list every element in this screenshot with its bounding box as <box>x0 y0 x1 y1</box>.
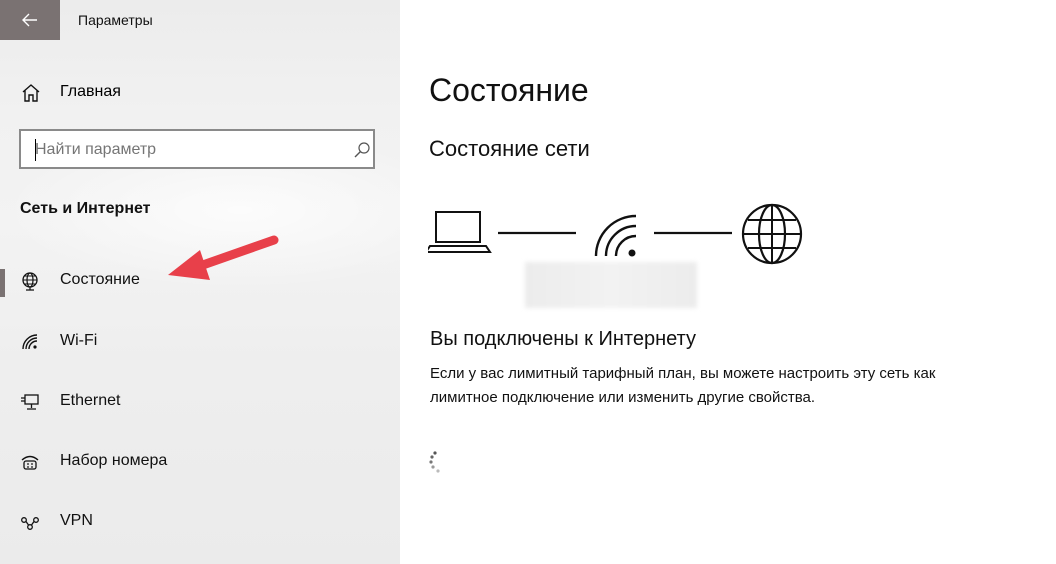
sidebar-item-label: Набор номера <box>60 452 168 469</box>
blurred-network-name <box>525 262 697 308</box>
network-diagram <box>428 203 803 265</box>
sidebar-item-label: VPN <box>60 512 93 529</box>
home-icon <box>22 84 40 102</box>
text-caret <box>35 139 36 161</box>
wifi-signal-icon <box>594 214 637 257</box>
network-status-heading: Состояние сети <box>429 136 590 161</box>
wifi-icon <box>22 334 38 350</box>
search-icon[interactable] <box>353 141 371 159</box>
dialup-icon <box>21 455 39 470</box>
app-title: Параметры <box>78 12 153 28</box>
section-title: Сеть и Интернет <box>20 200 151 217</box>
sidebar-item-label: Ethernet <box>60 392 121 409</box>
ethernet-icon <box>21 394 39 410</box>
sidebar-item-label: Wi-Fi <box>60 332 98 349</box>
connection-status-title: Вы подключены к Интернету <box>430 328 696 350</box>
annotation-arrow <box>168 235 279 280</box>
title-bar: Параметры <box>0 0 400 40</box>
back-arrow-icon <box>22 13 37 27</box>
search-input[interactable] <box>35 139 335 161</box>
home-label: Главная <box>60 83 121 100</box>
search-box[interactable] <box>19 129 375 169</box>
main-content: Состояние Состояние сети Вы подключены к… <box>400 0 1056 564</box>
sidebar-item-ethernet[interactable]: Ethernet <box>0 378 400 426</box>
globe-icon <box>741 203 803 265</box>
sidebar-item-dialup[interactable]: Набор номера <box>0 438 400 486</box>
page-title: Состояние <box>429 72 589 108</box>
connection-status-description: Если у вас лимитный тарифный план, вы мо… <box>430 365 936 406</box>
back-button[interactable] <box>0 0 60 40</box>
selection-indicator <box>0 269 5 297</box>
sidebar-item-label: Состояние <box>60 271 140 288</box>
vpn-icon <box>21 517 39 530</box>
sidebar-item-vpn[interactable]: VPN <box>0 498 400 546</box>
loading-spinner <box>429 451 440 473</box>
globe-network-icon <box>22 272 38 291</box>
laptop-icon <box>428 211 492 253</box>
nav-home[interactable]: Главная <box>0 70 400 114</box>
sidebar-item-wifi[interactable]: Wi-Fi <box>0 318 400 366</box>
